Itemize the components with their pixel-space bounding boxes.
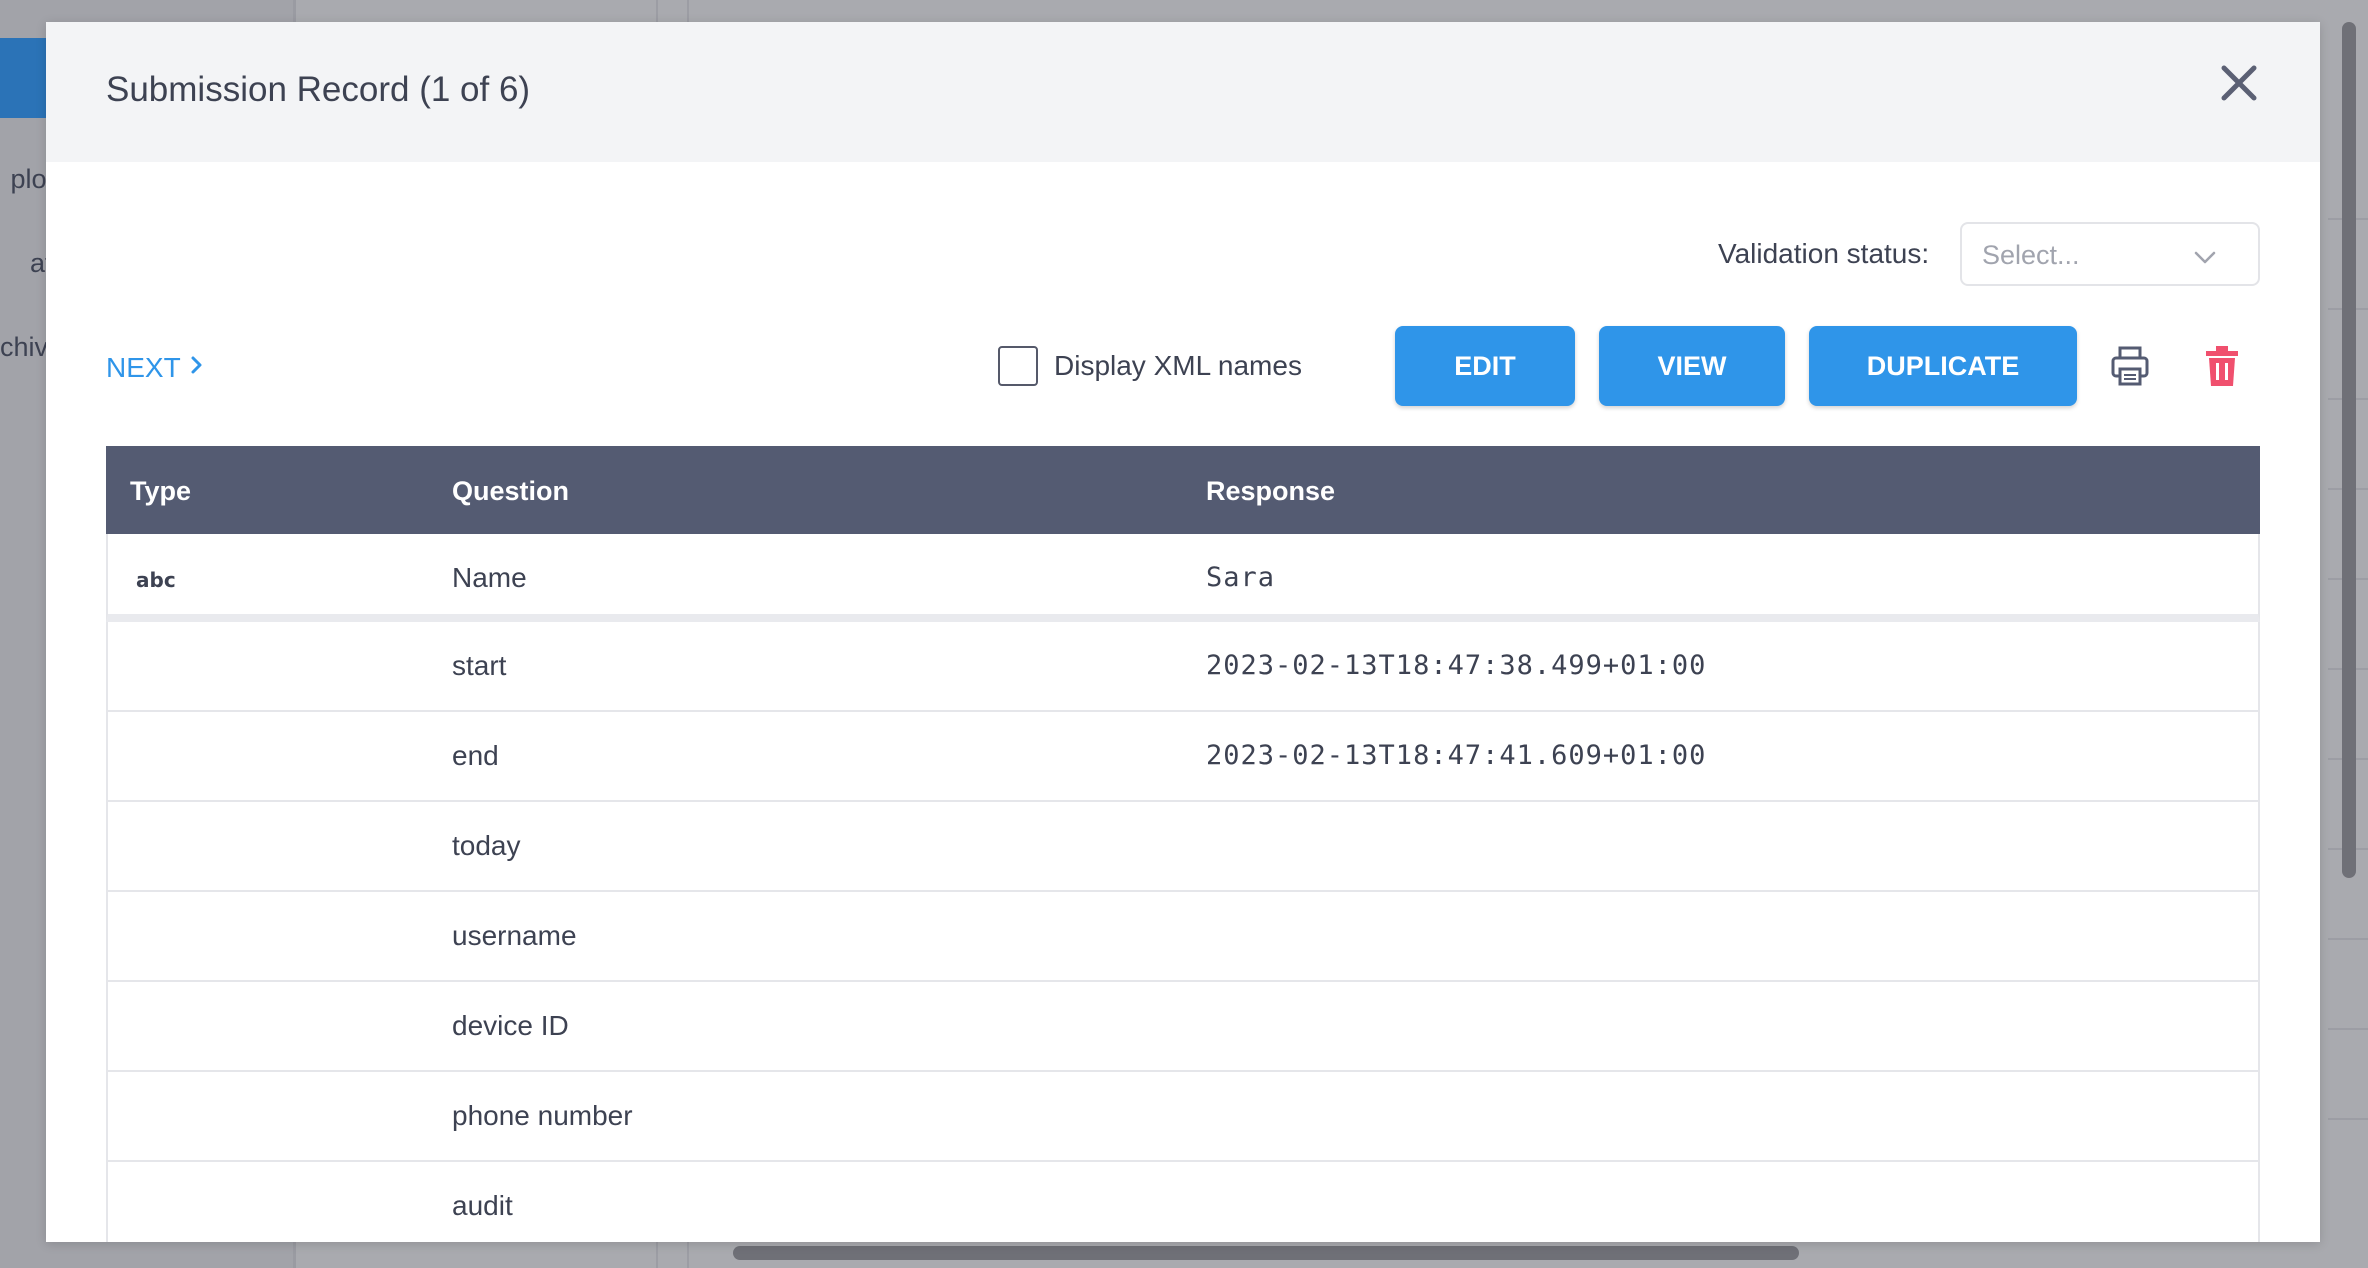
- question-cell: end: [452, 740, 499, 771]
- print-icon[interactable]: [2106, 342, 2154, 390]
- validation-status-label: Validation status:: [1718, 238, 1930, 269]
- question-cell: username: [452, 920, 577, 951]
- question-cell: device ID: [452, 1010, 569, 1041]
- view-button[interactable]: VIEW: [1599, 326, 1785, 406]
- table-row: username: [106, 892, 2260, 982]
- submission-record-modal: Submission Record (1 of 6) Validation st…: [46, 22, 2320, 1242]
- display-xml-names-checkbox[interactable]: [998, 346, 1038, 386]
- type-text-icon: abc: [136, 568, 176, 592]
- table-row: end 2023-02-13T18:47:41.609+01:00: [106, 712, 2260, 802]
- duplicate-button[interactable]: DUPLICATE: [1809, 326, 2077, 406]
- column-header-type: Type: [130, 476, 192, 506]
- close-icon[interactable]: [2214, 58, 2264, 108]
- validation-status-select[interactable]: Select...: [1960, 222, 2260, 286]
- modal-title: Submission Record (1 of 6): [106, 70, 531, 109]
- column-header-question: Question: [452, 476, 570, 506]
- response-cell: Sara: [1206, 562, 1276, 593]
- modal-body: Validation status: Select... NEXT Displa…: [46, 162, 2320, 1242]
- validation-status-placeholder: Select...: [1982, 240, 2080, 270]
- table-row: audit: [106, 1162, 2260, 1242]
- horizontal-scrollbar[interactable]: [733, 1246, 1799, 1260]
- table-header: Type Question Response: [106, 446, 2260, 534]
- response-cell: 2023-02-13T18:47:38.499+01:00: [1206, 650, 1707, 681]
- next-label: NEXT: [106, 352, 181, 383]
- question-cell: today: [452, 830, 521, 861]
- next-link[interactable]: NEXT: [106, 352, 207, 384]
- submission-table: Type Question Response abc Name Sara sta…: [106, 446, 2260, 1242]
- question-cell: Name: [452, 562, 527, 593]
- chevron-down-icon: [2192, 244, 2218, 270]
- vertical-scrollbar[interactable]: [2342, 22, 2356, 878]
- table-row: today: [106, 802, 2260, 892]
- trash-icon[interactable]: [2198, 342, 2246, 390]
- edit-button[interactable]: EDIT: [1395, 326, 1575, 406]
- display-xml-names-toggle[interactable]: Display XML names: [998, 346, 1302, 386]
- table-row: abc Name Sara: [106, 534, 2260, 622]
- modal-header: Submission Record (1 of 6): [46, 22, 2320, 162]
- question-cell: audit: [452, 1190, 513, 1221]
- response-cell: 2023-02-13T18:47:41.609+01:00: [1206, 740, 1707, 771]
- column-header-response: Response: [1206, 476, 1336, 506]
- display-xml-names-label: Display XML names: [1054, 350, 1302, 381]
- table-row: phone number: [106, 1072, 2260, 1162]
- question-cell: start: [452, 650, 507, 681]
- table-row: device ID: [106, 982, 2260, 1072]
- question-cell: phone number: [452, 1100, 633, 1131]
- table-row: start 2023-02-13T18:47:38.499+01:00: [106, 622, 2260, 712]
- chevron-right-icon: [187, 352, 207, 384]
